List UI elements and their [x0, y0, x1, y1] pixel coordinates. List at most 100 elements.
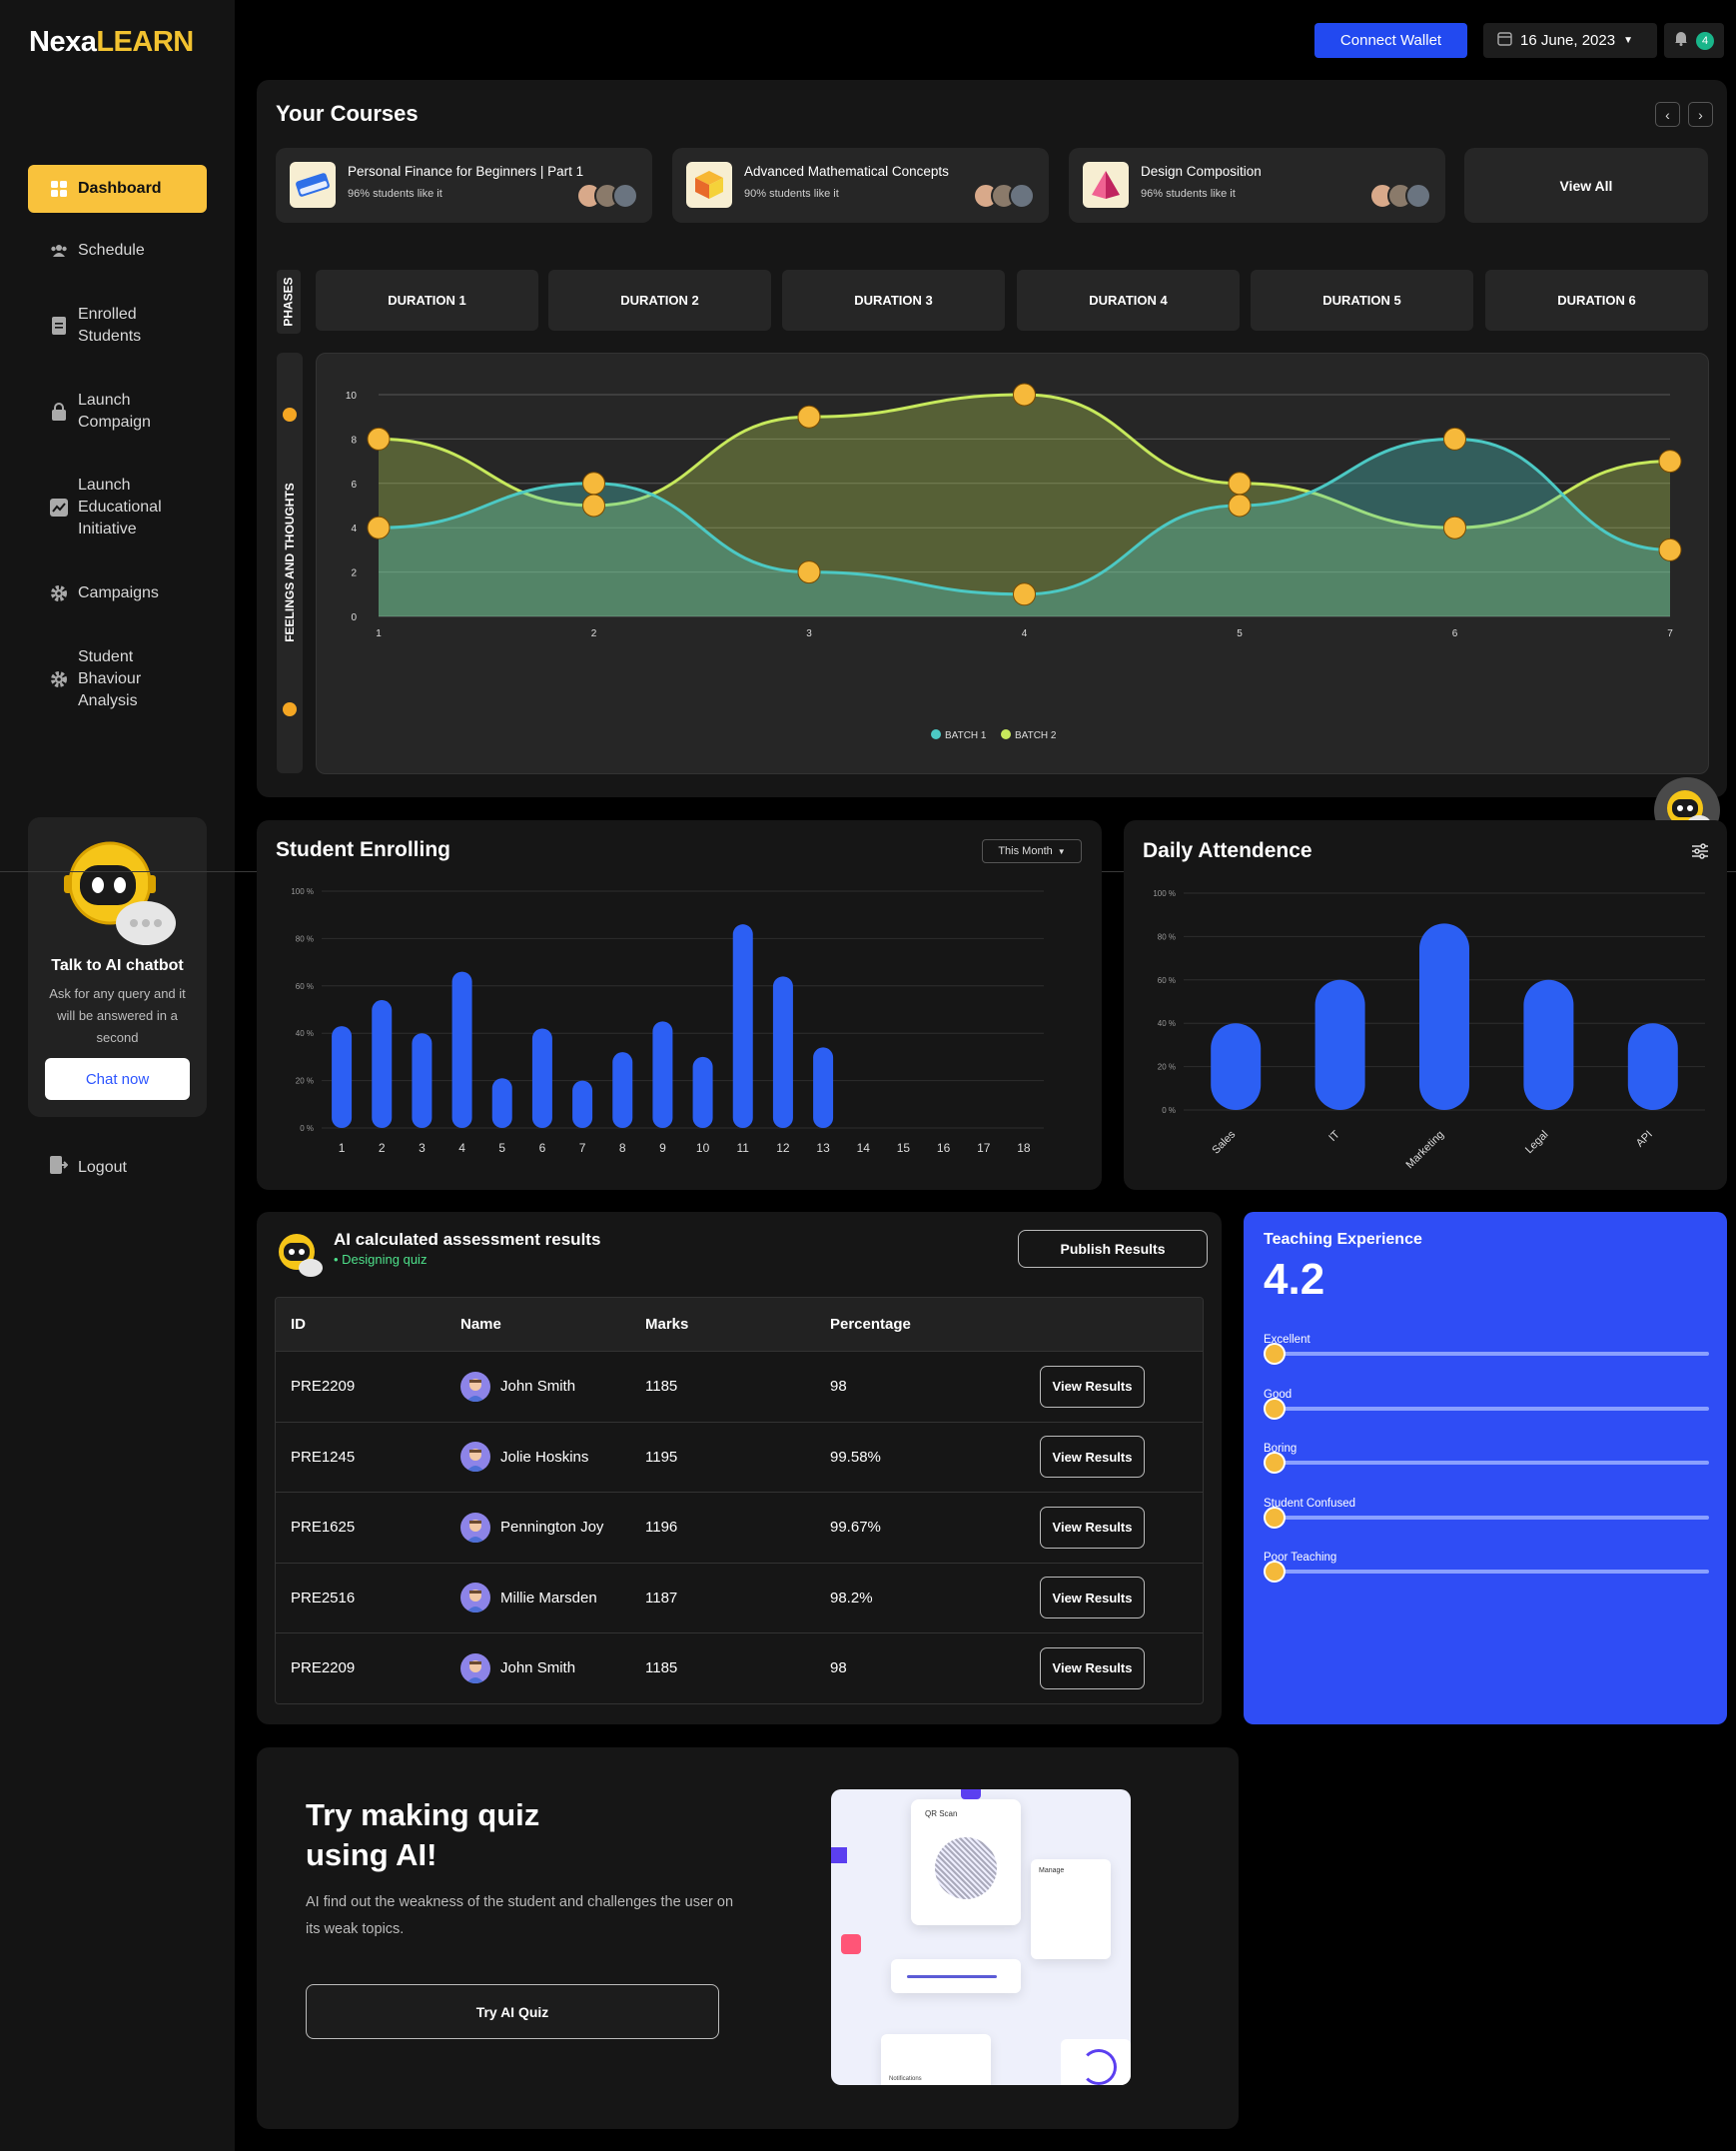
x-tick-label: Legal — [1523, 1129, 1551, 1157]
teaching-score: 4.2 — [1264, 1255, 1325, 1304]
row-id: PRE2516 — [291, 1589, 356, 1607]
rating-slider[interactable] — [1264, 1507, 1709, 1529]
qr-scan-caption: QR Scan — [925, 1809, 958, 1818]
assessment-title: AI calculated assessment results — [334, 1230, 601, 1249]
emoji-point — [1443, 516, 1466, 539]
row-marks: 1185 — [645, 1659, 678, 1677]
table-row: PRE2209 John Smith 1185 98 View Results — [276, 1632, 1203, 1703]
row-percentage: 99.67% — [830, 1519, 881, 1537]
date-value: 16 June, 2023 — [1520, 32, 1616, 49]
x-tick-label: 4 — [458, 1141, 465, 1155]
row-marks: 1195 — [645, 1448, 678, 1466]
chevron-left-icon[interactable]: ‹ — [1655, 102, 1680, 127]
feelings-area-chart: 02468101 2 3 4 5 6 7BATCH 1 BATCH 2 — [346, 383, 1682, 741]
x-tick-label: IT — [1326, 1128, 1342, 1144]
row-action: View Results — [1040, 1646, 1203, 1689]
view-all-button[interactable]: View All — [1464, 148, 1708, 223]
view-results-button[interactable]: View Results — [1040, 1506, 1145, 1549]
row-action: View Results — [1040, 1577, 1203, 1619]
emoji-knob-icon[interactable] — [1264, 1452, 1286, 1474]
y-tick-label: 60 % — [296, 982, 314, 991]
avatar — [460, 1371, 490, 1402]
rating-row-excellent: Excellent — [1264, 1334, 1709, 1365]
y-tick-label: 20 % — [1158, 1063, 1176, 1072]
brand-logo[interactable]: NexaLEARN — [29, 26, 194, 59]
rating-row-good: Good — [1264, 1389, 1709, 1420]
column-header-percentage: Percentage — [830, 1316, 911, 1333]
assessment-panel: AI calculated assessment results • Desig… — [257, 1212, 1222, 1724]
x-tick-label: 17 — [977, 1141, 991, 1155]
legend-swatch — [1001, 729, 1011, 739]
bar — [372, 1000, 393, 1128]
course-stat: 96% students like it — [1141, 188, 1236, 200]
grid-icon — [50, 180, 68, 198]
emoji-knob-icon[interactable] — [1264, 1561, 1286, 1583]
student-enrolling-panel: Student Enrolling This Month ▼ 0 % 20 % 40… — [257, 820, 1102, 1190]
view-results-button[interactable]: View Results — [1040, 1646, 1145, 1689]
logout-button[interactable]: Logout — [50, 1156, 127, 1179]
sidebar-item-student-behaviour-analysis[interactable]: Student Bhaviour Analysis — [28, 646, 207, 712]
sidebar-item-launch-educational-initiative[interactable]: Launch Educational Initiative — [28, 475, 207, 540]
tab-duration-6[interactable]: DURATION 6 — [1485, 270, 1708, 331]
course-card[interactable]: Personal Finance for Beginners | Part 1 … — [276, 148, 652, 223]
lock-icon — [50, 403, 68, 421]
sidebar-item-campaigns[interactable]: Campaigns — [28, 582, 207, 604]
rating-slider[interactable] — [1264, 1343, 1709, 1365]
publish-results-button[interactable]: Publish Results — [1018, 1230, 1208, 1268]
sidebar-item-schedule[interactable]: Schedule — [28, 240, 207, 262]
sidebar-item-label: Campaigns — [78, 584, 159, 601]
view-results-button[interactable]: View Results — [1040, 1577, 1145, 1619]
date-picker[interactable]: 16 June, 2023 ▼ — [1483, 23, 1657, 58]
view-results-button[interactable]: View Results — [1040, 1365, 1145, 1408]
course-card[interactable]: Advanced Mathematical Concepts 90% stude… — [672, 148, 1049, 223]
tab-duration-4[interactable]: DURATION 4 — [1017, 270, 1240, 331]
avatar — [460, 1583, 490, 1613]
sidebar: NexaLEARN Dashboard Schedule Enrolled St… — [0, 0, 235, 2151]
column-header-id: ID — [291, 1316, 306, 1333]
sidebar-item-launch-compaign[interactable]: Launch Compaign — [28, 390, 207, 434]
emoji-point — [367, 427, 391, 451]
emoji-knob-icon[interactable] — [1264, 1507, 1286, 1529]
tab-duration-2[interactable]: DURATION 2 — [548, 270, 771, 331]
chevron-right-icon[interactable]: › — [1688, 102, 1713, 127]
document-icon — [50, 317, 68, 335]
course-title: Design Composition — [1141, 164, 1262, 179]
emoji-point — [797, 405, 821, 429]
row-marks: 1187 — [645, 1589, 678, 1607]
course-nav: ‹ › — [1655, 102, 1713, 127]
sidebar-item-dashboard[interactable]: Dashboard — [28, 165, 207, 213]
rating-label: Good — [1264, 1389, 1293, 1401]
feelings-label-text: FEELINGS AND THOUGHTS — [283, 483, 297, 642]
emoji-point — [367, 516, 391, 539]
teaching-experience-panel: Teaching Experience 4.2 Excellent Good B… — [1244, 1212, 1727, 1724]
bell-icon — [1674, 30, 1688, 51]
notifications-button[interactable]: 4 — [1664, 23, 1724, 58]
row-percentage: 98 — [830, 1378, 847, 1396]
rating-slider[interactable] — [1264, 1398, 1709, 1420]
connect-wallet-button[interactable]: Connect Wallet — [1314, 23, 1467, 58]
emoji-knob-icon[interactable] — [1264, 1398, 1286, 1420]
qr-code-icon — [935, 1837, 997, 1899]
tab-duration-3[interactable]: DURATION 3 — [782, 270, 1005, 331]
course-card[interactable]: Design Composition 96% students like it — [1069, 148, 1445, 223]
emoji-point — [1228, 494, 1252, 518]
try-ai-quiz-button[interactable]: Try AI Quiz — [306, 1984, 719, 2039]
student-name: Millie Marsden — [500, 1589, 597, 1607]
chatbot-description: Ask for any query and it will be answere… — [49, 986, 186, 1045]
logout-icon — [50, 1156, 69, 1179]
emoji-point — [1013, 582, 1036, 606]
row-name: John Smith — [460, 1371, 645, 1402]
course-title: Advanced Mathematical Concepts — [744, 164, 949, 179]
student-avatars — [973, 183, 1035, 209]
emoji-knob-icon[interactable] — [1264, 1343, 1286, 1365]
x-tick-label: 1 — [339, 1141, 346, 1155]
tab-duration-1[interactable]: DURATION 1 — [316, 270, 538, 331]
chat-now-button[interactable]: Chat now — [45, 1058, 190, 1100]
rating-slider[interactable] — [1264, 1452, 1709, 1474]
rating-slider[interactable] — [1264, 1561, 1709, 1583]
sidebar-item-enrolled-students[interactable]: Enrolled Students — [28, 304, 207, 348]
view-results-button[interactable]: View Results — [1040, 1436, 1145, 1479]
rating-row-boring: Boring — [1264, 1443, 1709, 1474]
row-action: View Results — [1040, 1365, 1203, 1408]
tab-duration-5[interactable]: DURATION 5 — [1251, 270, 1473, 331]
